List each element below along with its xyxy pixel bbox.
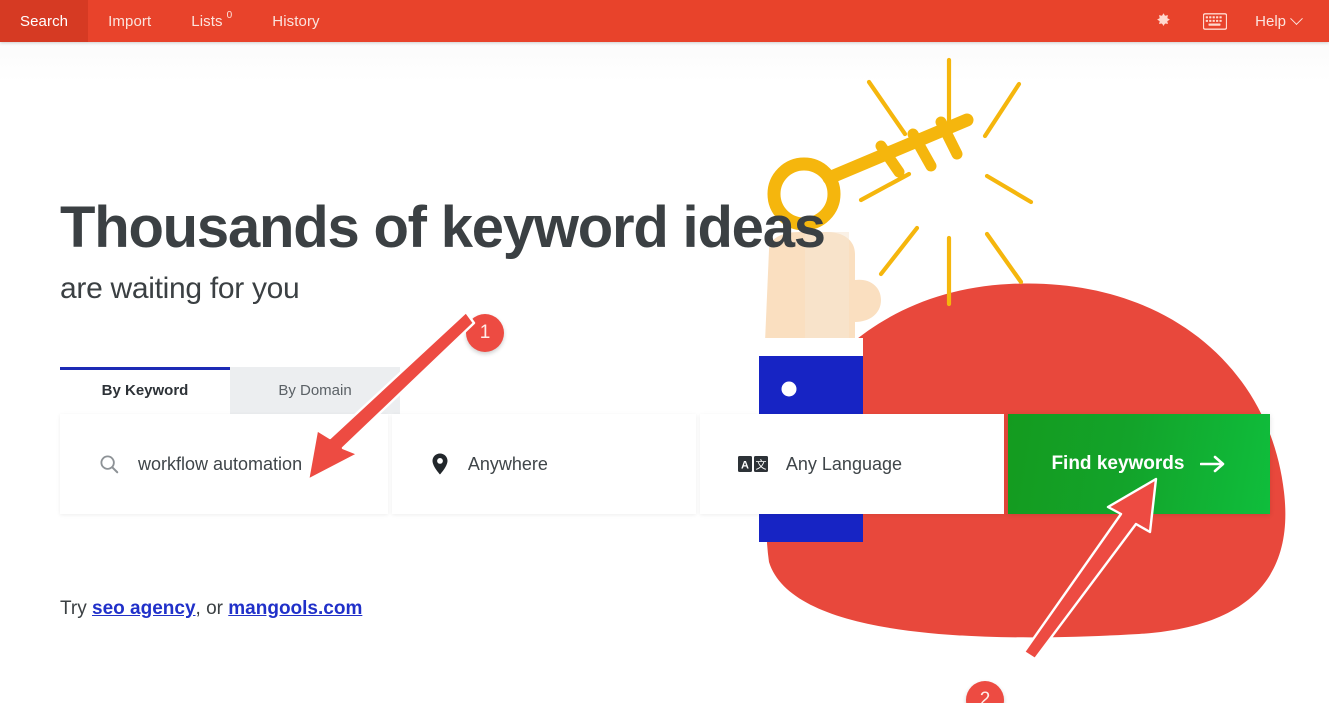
- nav-left-group: Search Import Lists 0 History: [0, 0, 340, 42]
- tab-by-domain[interactable]: By Domain: [230, 367, 400, 414]
- settings-button[interactable]: [1137, 0, 1189, 42]
- search-form: workflow automation Anywhere A 文 Any Lan…: [60, 414, 1270, 514]
- hand-holding-key-illustration: [759, 57, 1286, 638]
- tab-label: By Domain: [278, 382, 352, 399]
- key-rays: [858, 57, 1034, 307]
- annotation-badge-number: 2: [979, 689, 991, 703]
- find-keywords-label: Find keywords: [1051, 453, 1185, 474]
- suggestion-link-seo-agency[interactable]: seo agency: [92, 598, 196, 619]
- lists-count-badge: 0: [226, 9, 233, 21]
- help-label: Help: [1255, 12, 1286, 30]
- language-value: Any Language: [785, 453, 902, 474]
- cuff-shape: [759, 338, 863, 356]
- hero-section: Thousands of keyword ideas are waiting f…: [0, 42, 1329, 703]
- nav-item-history[interactable]: History: [252, 0, 339, 42]
- keyword-input-value: workflow automation: [138, 453, 303, 474]
- search-mode-tabs: By Keyword By Domain: [60, 367, 400, 414]
- keyboard-icon: [1203, 12, 1228, 30]
- location-select[interactable]: Anywhere: [391, 414, 696, 514]
- nav-item-label: History: [272, 12, 320, 30]
- search-icon: [100, 455, 119, 474]
- nav-item-lists[interactable]: Lists 0: [171, 0, 252, 42]
- svg-text:文: 文: [755, 458, 766, 472]
- suggestions-separator: or: [206, 598, 223, 619]
- help-menu-button[interactable]: Help: [1241, 0, 1319, 42]
- suggestion-link-mangools[interactable]: mangools.com: [228, 598, 362, 619]
- page-root: Search Import Lists 0 History Help Thous…: [0, 0, 1329, 703]
- nav-item-label: Import: [108, 12, 152, 30]
- annotation-badge-number: 1: [479, 322, 491, 343]
- suggestions-line: Try seo agency, or mangools.com: [60, 598, 362, 620]
- annotation-badge-2: 2: [966, 681, 1004, 703]
- tab-by-keyword[interactable]: By Keyword: [60, 367, 230, 414]
- suggestions-prefix: Try: [60, 598, 87, 619]
- location-pin-icon: [432, 453, 448, 475]
- top-navigation-bar: Search Import Lists 0 History Help: [0, 0, 1329, 42]
- chevron-down-icon: [1290, 11, 1303, 25]
- nav-right-group: Help: [1137, 0, 1329, 42]
- svg-text:A: A: [741, 459, 749, 471]
- location-value: Anywhere: [467, 453, 548, 474]
- keyword-input[interactable]: workflow automation: [60, 414, 388, 514]
- tab-label: By Keyword: [101, 382, 189, 399]
- language-select[interactable]: A 文 Any Language: [699, 414, 1004, 514]
- nav-item-import[interactable]: Import: [88, 0, 171, 42]
- nav-item-label: Lists: [191, 12, 223, 30]
- page-title: Thousands of keyword ideas: [60, 195, 826, 260]
- find-keywords-button[interactable]: Find keywords: [1007, 414, 1270, 514]
- suggestions-punct: ,: [195, 598, 201, 619]
- annotation-badge-1: 1: [466, 314, 504, 352]
- translate-icon: A 文: [737, 456, 768, 472]
- keyboard-shortcuts-button[interactable]: [1189, 0, 1241, 42]
- nav-item-label: Search: [20, 12, 69, 30]
- page-subtitle: are waiting for you: [60, 272, 300, 305]
- arrow-right-icon: [1200, 455, 1225, 473]
- gear-icon: [1156, 12, 1170, 26]
- nav-item-search[interactable]: Search: [0, 0, 89, 42]
